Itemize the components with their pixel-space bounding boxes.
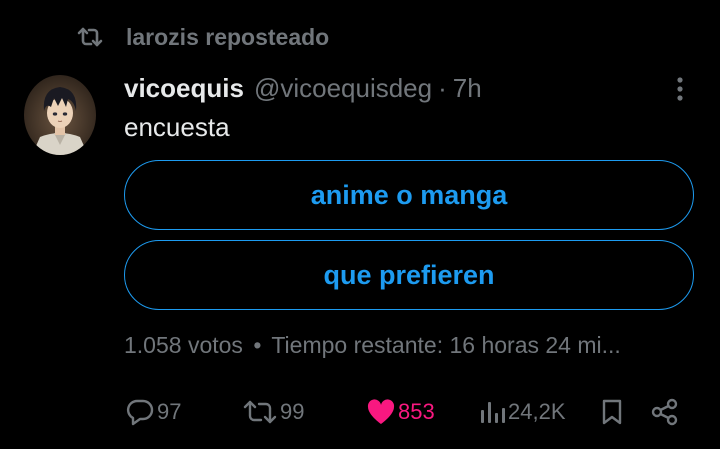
repost-count: 99 — [280, 399, 305, 424]
poll-time-left: Tiempo restante: 16 horas 24 mi... — [271, 332, 621, 358]
user-handle[interactable]: @vicoequisdeg — [254, 73, 432, 104]
like-count: 853 — [398, 399, 435, 424]
views-icon — [478, 399, 506, 425]
bookmark-icon — [600, 398, 624, 426]
share-button[interactable] — [650, 392, 680, 432]
more-icon — [676, 76, 684, 107]
tweet-header: vicoequis @vicoequisdeg · 7h — [124, 70, 482, 106]
heart-icon — [366, 399, 396, 425]
bookmark-button[interactable] — [600, 392, 624, 432]
tweet-text: encuesta — [124, 112, 230, 142]
views-count: 24,2K — [508, 399, 566, 424]
reply-count: 97 — [157, 399, 182, 424]
repost-header[interactable]: larozis reposteado — [76, 22, 329, 52]
share-icon — [650, 398, 680, 426]
poll-votes: 1.058 votos — [124, 332, 243, 358]
tweet-time[interactable]: 7h — [453, 73, 482, 104]
repost-button[interactable]: 99 — [242, 392, 304, 432]
more-options-button[interactable] — [666, 76, 694, 106]
poll-meta: 1.058 votos • Tiempo restante: 16 horas … — [124, 332, 621, 359]
poll-option[interactable]: que prefieren — [124, 240, 694, 310]
poll-option-label: anime o manga — [310, 179, 508, 210]
repost-icon — [76, 26, 104, 48]
like-button[interactable]: 853 — [366, 392, 435, 432]
action-bar: 97 99 853 24,2K — [0, 392, 720, 432]
poll-option[interactable]: anime o manga — [124, 160, 694, 230]
avatar[interactable] — [24, 75, 96, 155]
reply-icon — [125, 398, 155, 426]
repost-label: larozis reposteado — [126, 23, 330, 50]
views-button[interactable]: 24,2K — [478, 392, 566, 432]
poll-meta-dot: • — [253, 332, 262, 358]
repost-icon — [242, 399, 278, 425]
reply-button[interactable]: 97 — [125, 392, 181, 432]
poll-option-label: que prefieren — [323, 259, 495, 290]
display-name[interactable]: vicoequis — [124, 73, 244, 104]
header-separator: · — [438, 72, 447, 103]
